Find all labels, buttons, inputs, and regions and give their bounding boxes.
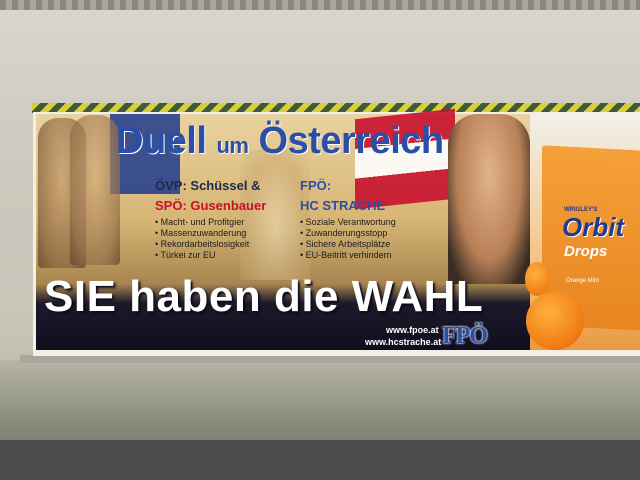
poster-slogan: SIE haben die WAHL	[44, 272, 484, 321]
fpoe-label: FPÖ:	[300, 178, 332, 193]
orbit-flavor: Orange Mint	[566, 278, 600, 284]
list-item: Zuwanderungsstopp	[300, 228, 396, 239]
hcstrache-url: www.hcstrache.at	[365, 337, 442, 347]
politician-portrait-left-2	[70, 115, 120, 265]
list-item: Massenzuwanderung	[155, 228, 249, 239]
list-item: Macht- und Profitgier	[155, 217, 249, 228]
billboard-ledge	[20, 355, 640, 363]
fpoe-candidate: HC STRACHE	[300, 198, 386, 213]
list-item: Türkei zur EU	[155, 250, 249, 261]
list-item: Sichere Arbeitsplätze	[300, 239, 396, 250]
oevp-line: ÖVP: Schüssel &	[155, 178, 261, 193]
list-item: Soziale Verantwortung	[300, 217, 396, 228]
orange-fruit-image	[525, 262, 549, 296]
road-surface	[0, 440, 640, 480]
wall-weathering	[0, 360, 640, 440]
fpoe-url: www.fpoe.at	[386, 325, 439, 335]
list-item: EU-Beitritt verhindern	[300, 250, 396, 261]
orbit-product: Drops	[564, 243, 608, 260]
orange-fruit-image	[526, 292, 584, 350]
left-bullet-list: Macht- und Profitgier Massenzuwanderung …	[155, 217, 250, 261]
fpoe-logo: FPÖ	[442, 323, 488, 349]
politician-portrait-right	[448, 114, 530, 284]
poster-headline: Duell um Österreich	[116, 120, 444, 162]
right-bullet-list: Soziale Verantwortung Zuwanderungsstopp …	[300, 217, 396, 261]
orbit-brand: Orbit	[562, 212, 625, 242]
list-item: Rekordarbeitslosigkeit	[155, 239, 250, 250]
spoe-line: SPÖ: Gusenbauer	[155, 198, 267, 213]
